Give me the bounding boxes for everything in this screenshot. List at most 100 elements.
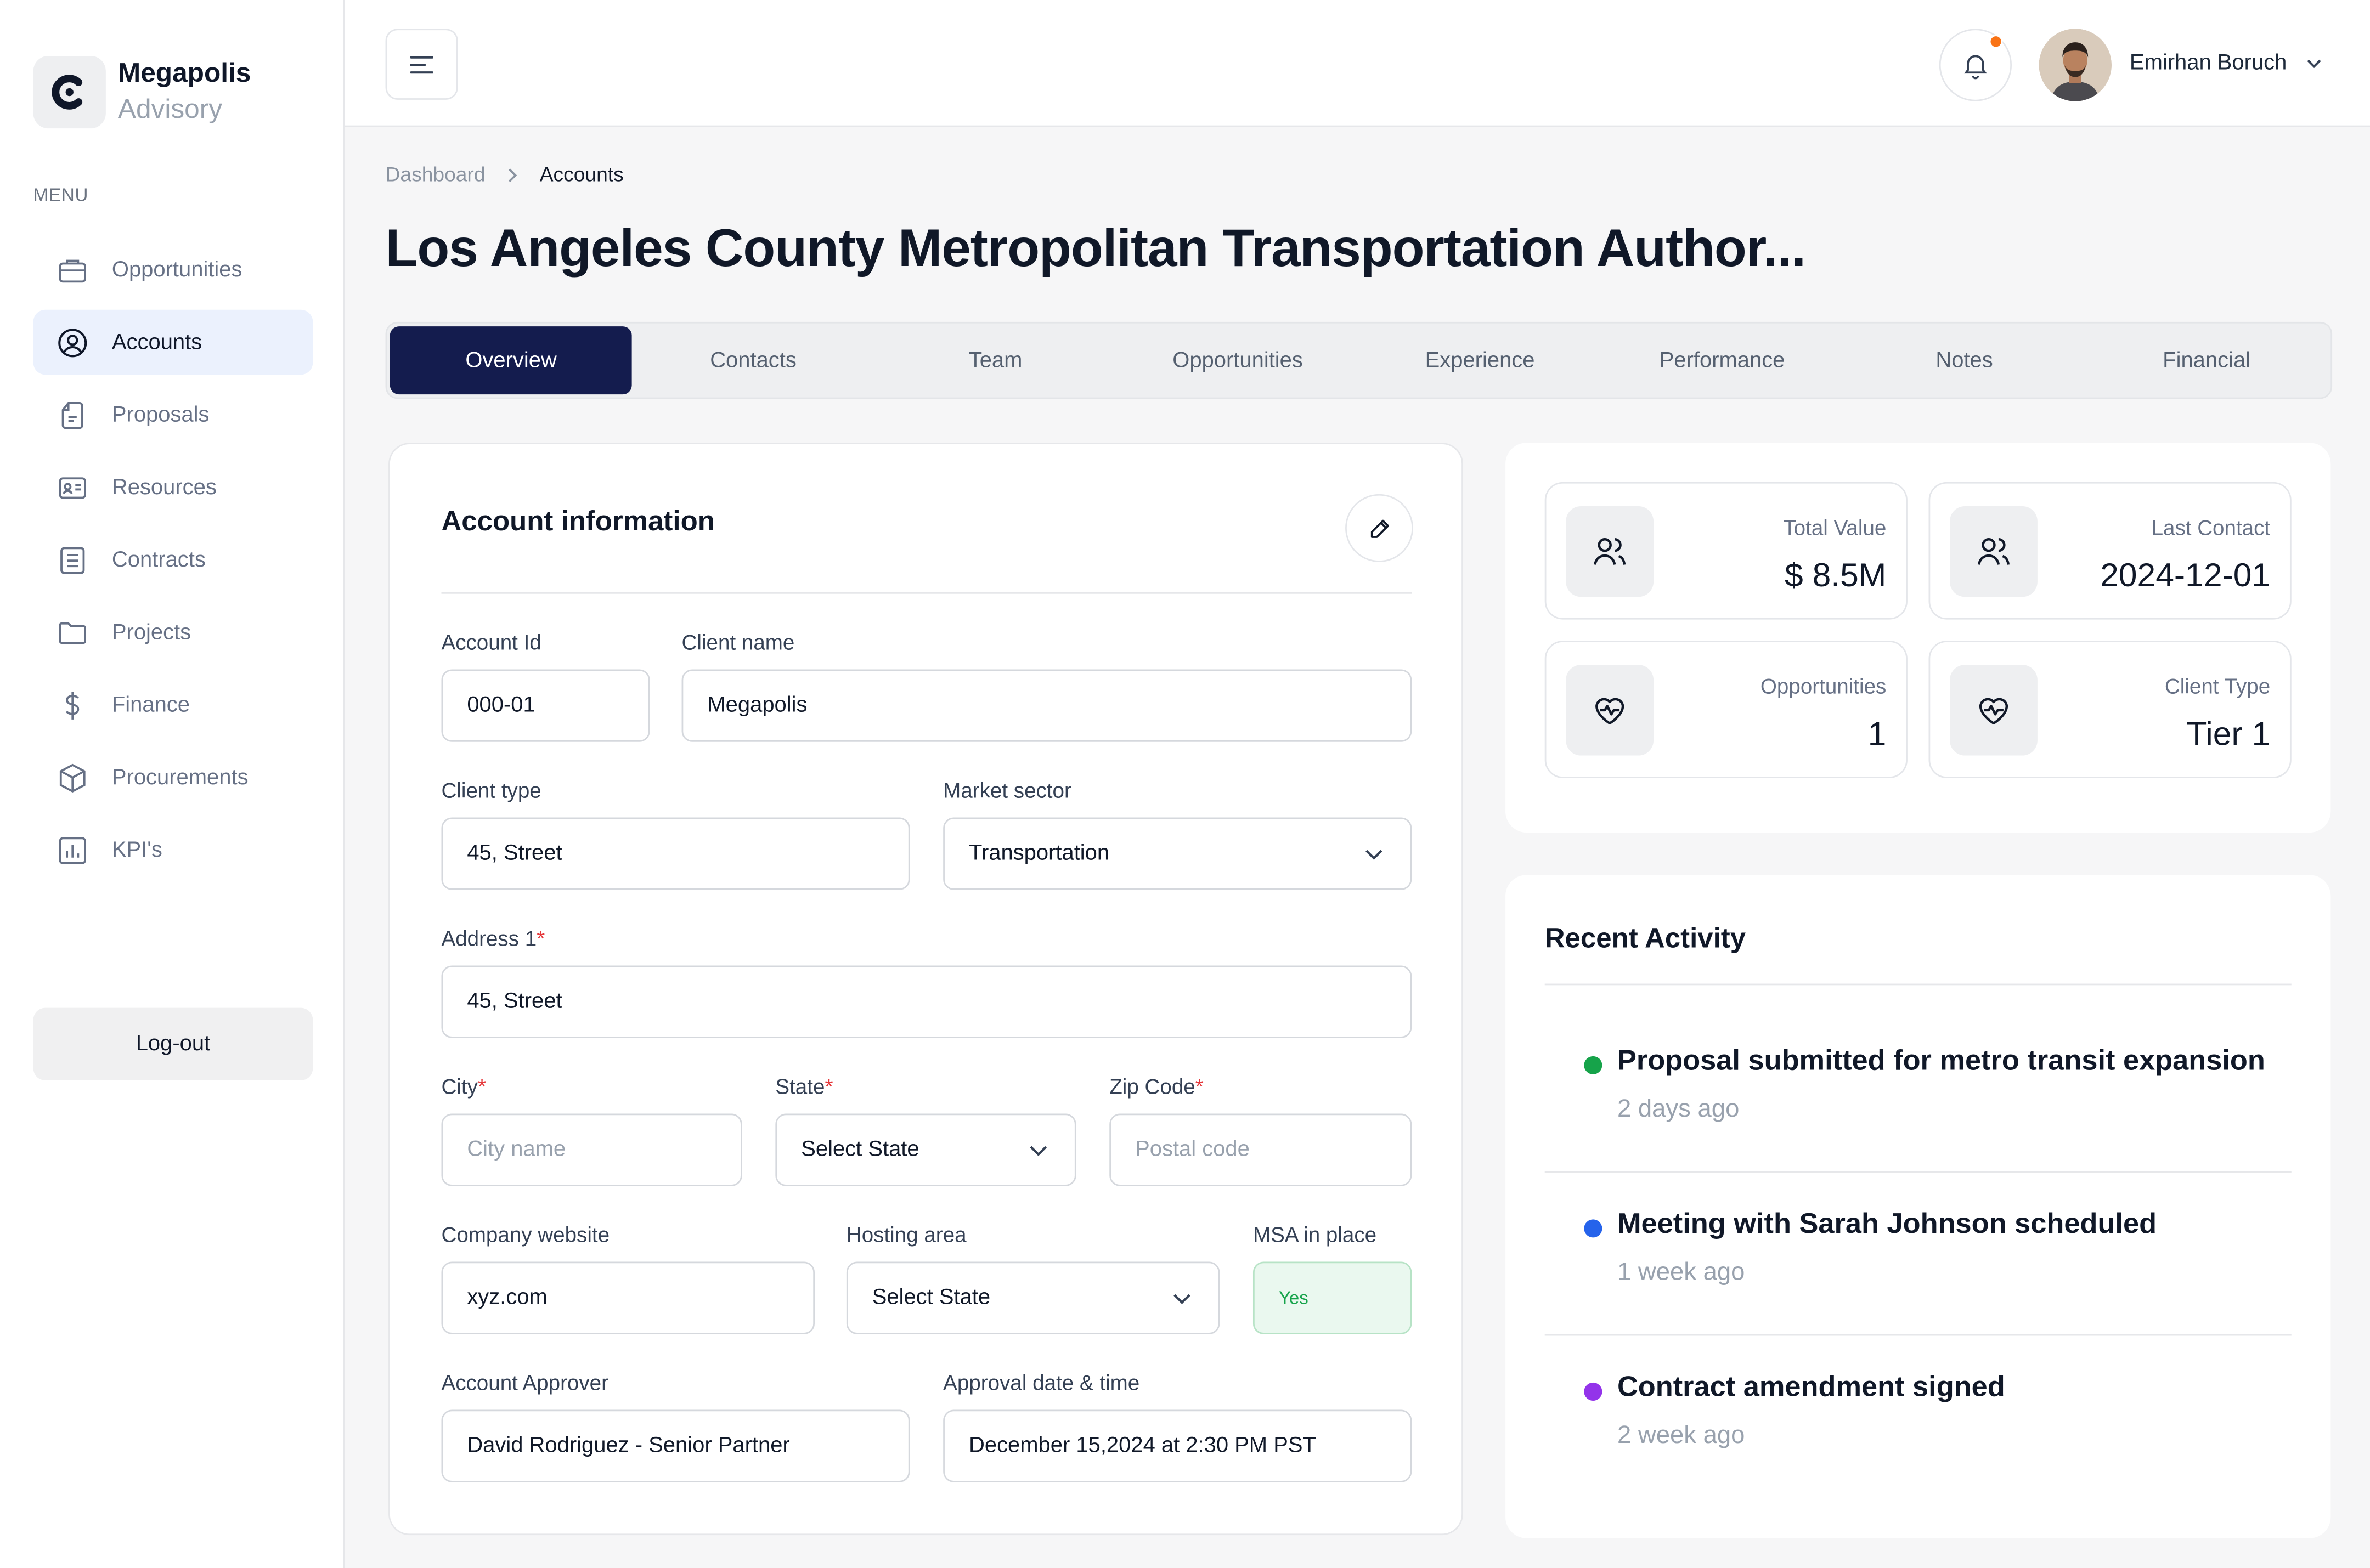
account-id-value: 000-01	[467, 693, 535, 718]
sidebar-item-kpis[interactable]: KPI's	[33, 818, 313, 882]
website-label: Company website	[441, 1222, 610, 1247]
msa-value: Yes	[1278, 1287, 1308, 1309]
account-id-field[interactable]: 000-01	[441, 669, 650, 742]
tab-bar: Overview Contacts Team Opportunities Exp…	[385, 321, 2333, 399]
users-icon	[1950, 506, 2038, 597]
stat-label: Opportunities	[1760, 673, 1887, 698]
tab-performance[interactable]: Performance	[1601, 326, 1843, 394]
chevron-down-icon[interactable]	[2304, 53, 2325, 81]
sidebar-item-finance[interactable]: Finance	[33, 672, 313, 737]
breadcrumb-dashboard[interactable]: Dashboard	[386, 163, 486, 186]
tab-experience[interactable]: Experience	[1359, 326, 1601, 394]
tab-team[interactable]: Team	[874, 326, 1117, 394]
approver-label: Account Approver	[441, 1370, 608, 1395]
approver-value: David Rodriguez - Senior Partner	[467, 1434, 790, 1458]
city-label-text: City	[441, 1074, 478, 1099]
folder-icon	[54, 614, 91, 650]
hosting-label: Hosting area	[846, 1222, 967, 1247]
sidebar-item-label: Projects	[111, 620, 191, 645]
sidebar-item-label: Proposals	[111, 403, 210, 427]
activity-time: 2 days ago	[1617, 1095, 1740, 1123]
bell-icon	[1964, 55, 1987, 80]
sidebar-item-resources[interactable]: Resources	[33, 455, 313, 519]
brand-logo[interactable]	[33, 55, 106, 129]
market-sector-select[interactable]: Transportation	[943, 817, 1412, 890]
zip-label: Zip Code*	[1109, 1074, 1204, 1099]
stat-last-contact: Last Contact 2024-12-01	[1928, 482, 2292, 620]
sidebar-nav: Opportunities Accounts Proposals Resourc…	[33, 237, 313, 890]
divider	[1544, 983, 2292, 986]
address1-field[interactable]: 45, Street	[441, 965, 1412, 1038]
website-field[interactable]: xyz.com	[441, 1261, 815, 1334]
stat-label: Client Type	[2164, 673, 2271, 698]
address1-label: Address 1*	[441, 926, 545, 950]
approver-field[interactable]: David Rodriguez - Senior Partner	[441, 1409, 910, 1482]
required-marker: *	[825, 1074, 833, 1099]
msa-toggle[interactable]: Yes	[1252, 1261, 1412, 1334]
stat-label: Last Contact	[2151, 515, 2271, 540]
divider	[441, 592, 1412, 594]
tab-financial[interactable]: Financial	[2085, 326, 2328, 394]
heart-pulse-icon	[1566, 665, 1654, 756]
dollar-icon	[54, 687, 91, 723]
zip-input[interactable]: Postal code	[1109, 1113, 1412, 1186]
box-icon	[54, 759, 91, 795]
logout-button[interactable]: Log-out	[33, 1007, 313, 1080]
brand: Megapolis Advisory	[118, 56, 251, 128]
user-name[interactable]: Emirhan Boruch	[2130, 52, 2287, 76]
activity-text: Contract amendment signed	[1617, 1372, 2005, 1404]
tab-notes[interactable]: Notes	[1843, 326, 2086, 394]
stat-value: 2024-12-01	[2100, 556, 2271, 594]
market-sector-label: Market sector	[943, 778, 1071, 802]
heart-pulse-icon	[1950, 665, 2038, 756]
approval-date-field[interactable]: December 15,2024 at 2:30 PM PST	[943, 1409, 1412, 1482]
approval-date-label: Approval date & time	[943, 1370, 1140, 1395]
sidebar-item-label: Opportunities	[111, 257, 242, 282]
stat-label: Total Value	[1783, 515, 1887, 540]
sidebar-item-label: Contracts	[111, 547, 206, 572]
activity-text: Proposal submitted for metro transit exp…	[1617, 1045, 2265, 1078]
sidebar-item-procurements[interactable]: Procurements	[33, 745, 313, 810]
stat-opportunities: Opportunities 1	[1544, 641, 1908, 778]
sidebar-item-opportunities[interactable]: Opportunities	[33, 237, 313, 302]
page-title: Los Angeles County Metropolitan Transpor…	[385, 219, 1806, 278]
sidebar-item-projects[interactable]: Projects	[33, 600, 313, 665]
stats-card: Total Value $ 8.5M Last Contact 2024-12-…	[1505, 443, 2331, 833]
contract-icon	[54, 542, 91, 578]
sidebar-item-label: Resources	[111, 475, 217, 500]
hosting-value: Select State	[872, 1286, 991, 1310]
address1-label-text: Address 1	[441, 926, 537, 950]
zip-label-text: Zip Code	[1109, 1074, 1195, 1099]
sidebar-item-proposals[interactable]: Proposals	[33, 382, 313, 447]
brand-name: Megapolis	[117, 57, 251, 88]
notification-dot	[1989, 35, 2003, 49]
state-value: Select State	[801, 1137, 919, 1162]
state-select[interactable]: Select State	[775, 1113, 1076, 1186]
tab-opportunities[interactable]: Opportunities	[1116, 326, 1359, 394]
address1-value: 45, Street	[467, 989, 562, 1014]
menu-toggle-button[interactable]	[385, 29, 458, 100]
client-type-field[interactable]: 45, Street	[441, 817, 910, 890]
hosting-select[interactable]: Select State	[846, 1261, 1220, 1334]
city-input[interactable]: City name	[441, 1113, 742, 1186]
account-information-card: Account information Account Id 000-01 Cl…	[388, 443, 1463, 1536]
sidebar-item-accounts[interactable]: Accounts	[33, 309, 313, 375]
hamburger-icon	[410, 55, 434, 73]
city-placeholder: City name	[467, 1137, 566, 1162]
status-dot	[1584, 1219, 1602, 1238]
user-circle-icon	[54, 324, 91, 360]
client-name-field[interactable]: Megapolis	[681, 669, 1412, 742]
activity-text: Meeting with Sarah Johnson scheduled	[1617, 1209, 2157, 1241]
card-title: Recent Activity	[1544, 921, 1746, 954]
stat-total-value: Total Value $ 8.5M	[1544, 482, 1908, 620]
chevron-right-icon	[504, 166, 522, 184]
sidebar-item-label: Accounts	[111, 330, 202, 355]
notifications-button[interactable]	[1939, 29, 2012, 101]
tab-overview[interactable]: Overview	[390, 326, 633, 395]
sidebar-item-contracts[interactable]: Contracts	[33, 528, 313, 592]
client-name-label: Client name	[681, 630, 795, 654]
tab-contacts[interactable]: Contacts	[632, 326, 874, 394]
client-type-label: Client type	[441, 778, 541, 802]
avatar[interactable]	[2039, 29, 2112, 101]
edit-button[interactable]	[1345, 494, 1414, 562]
